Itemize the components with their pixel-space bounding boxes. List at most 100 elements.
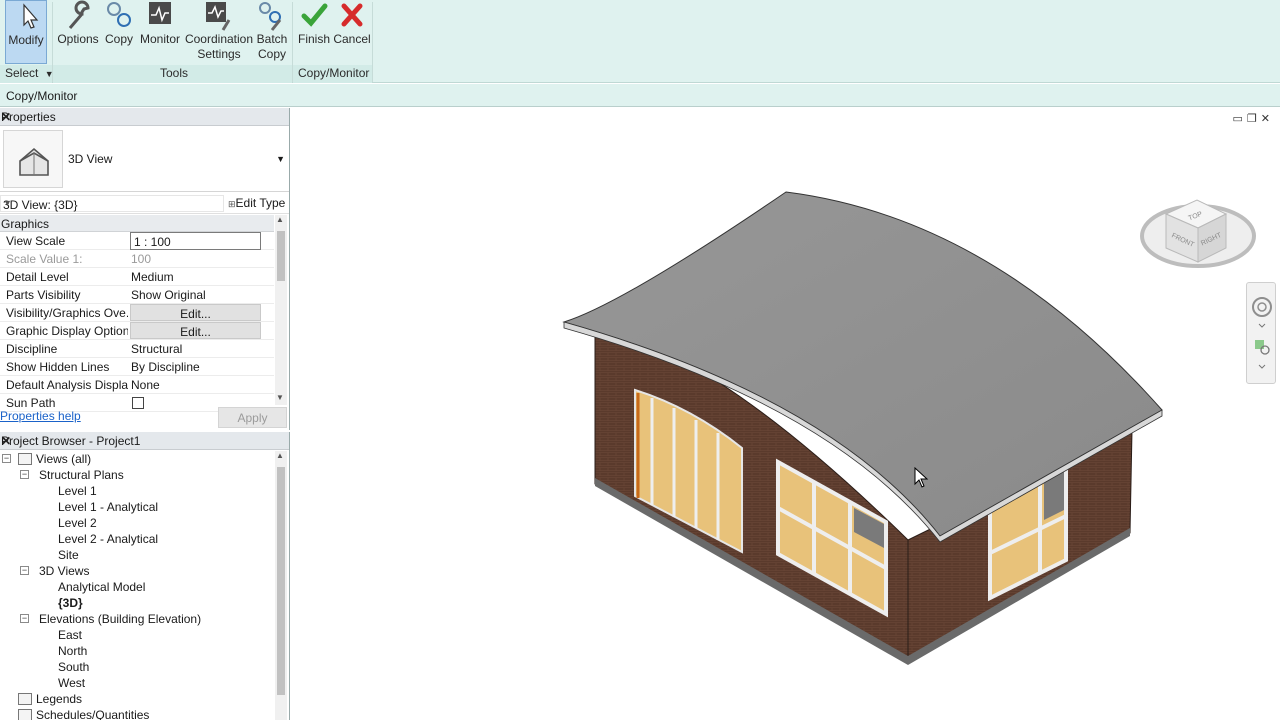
copy-button[interactable]: Copy <box>102 0 136 64</box>
tree-item-label: Elevations (Building Elevation) <box>39 612 202 626</box>
options-bar: Copy/Monitor <box>0 84 1280 107</box>
copy-monitor-panel-label: Copy/Monitor <box>298 66 370 80</box>
property-key: View Scale <box>6 234 66 248</box>
tree-item-label: Structural Plans <box>39 468 124 482</box>
batch-copy-button[interactable]: Batch Copy <box>256 0 288 64</box>
batch-copy-label-2: Copy <box>257 47 286 61</box>
scroll-up-icon[interactable]: ▲ <box>276 215 284 224</box>
view-scale-input[interactable]: 1 : 100 <box>130 232 261 250</box>
tree-item-label: Level 2 - Analytical <box>58 532 159 546</box>
tree-item[interactable]: Level 1 <box>0 483 274 499</box>
property-value: 1 : 100 <box>134 235 171 249</box>
options-button[interactable]: Options <box>56 0 100 64</box>
tree-item[interactable]: − Elevations (Building Elevation) <box>0 611 274 627</box>
tree-item[interactable]: South <box>0 659 274 675</box>
project-browser: Project Browser - Project1 ✕ − Views (all… <box>0 432 290 720</box>
close-icon[interactable]: ✕ <box>1 434 285 448</box>
property-key: Graphic Display Options <box>6 324 128 338</box>
properties-header: Properties ✕ <box>0 108 289 126</box>
coordination-settings-button[interactable]: Coordination Settings <box>184 0 254 64</box>
tree-item[interactable]: Site <box>0 547 274 563</box>
tree-item-label: Level 2 <box>58 516 97 530</box>
tree-item[interactable]: Analytical Model <box>0 579 274 595</box>
category-graphics[interactable]: Graphics <box>0 215 274 232</box>
property-row[interactable]: Detail Level Medium <box>0 268 274 286</box>
collapse-toggle-icon[interactable]: − <box>2 454 11 463</box>
vg-overrides-edit-button[interactable]: Edit... <box>130 304 261 321</box>
property-row: Visibility/Graphics Ove... Edit... <box>0 304 274 322</box>
tree-item[interactable]: Legends <box>0 691 274 707</box>
close-icon[interactable]: ✕ <box>1 110 285 124</box>
tree-item[interactable]: − 3D Views <box>0 563 274 579</box>
cancel-button[interactable]: Cancel <box>333 0 371 64</box>
browser-tree: − Views (all) − Structural Plans Level 1 Leve… <box>0 451 274 720</box>
scrollbar-thumb[interactable] <box>277 467 285 695</box>
tree-item-label: West <box>58 676 86 690</box>
tree-item-label: North <box>58 644 88 658</box>
property-key: Discipline <box>6 342 58 356</box>
property-value: Medium <box>131 270 174 284</box>
collapse-toggle-icon[interactable]: − <box>20 566 29 575</box>
property-row[interactable]: Show Hidden Lines By Discipline <box>0 358 274 376</box>
house-model[interactable] <box>292 108 1280 720</box>
tree-item-label: Analytical Model <box>58 580 146 594</box>
tools-panel-label: Tools <box>160 66 189 80</box>
scrollbar-thumb[interactable] <box>277 231 285 281</box>
property-row[interactable]: Discipline Structural <box>0 340 274 358</box>
house-view-icon <box>3 130 63 188</box>
tree-item-label: Level 1 - Analytical <box>58 500 159 514</box>
copy-label: Copy <box>104 32 133 46</box>
finish-button[interactable]: Finish <box>296 0 332 64</box>
property-key: Detail Level <box>6 270 69 284</box>
collapse-toggle-icon[interactable]: − <box>20 470 29 479</box>
property-row: View Scale 1 : 100 <box>0 232 274 250</box>
tree-item-label: Site <box>58 548 79 562</box>
properties-palette: Properties ✕ 3D View ▼ 3D View: {3D} ▼ ⊞… <box>0 108 290 430</box>
cancel-label: Cancel <box>333 32 371 46</box>
tree-item[interactable]: − Views (all) <box>0 451 274 467</box>
tree-item[interactable]: North <box>0 643 274 659</box>
3d-viewport[interactable]: ▭❐✕ TOP FRONT RIGHT <box>292 108 1280 720</box>
graphic-display-edit-button[interactable]: Edit... <box>130 322 261 339</box>
modify-button[interactable]: Modify <box>5 0 47 64</box>
properties-help-link[interactable]: Properties help <box>0 409 81 423</box>
tree-item[interactable]: East <box>0 627 274 643</box>
scroll-up-icon[interactable]: ▲ <box>276 451 284 460</box>
dropdown-arrow-icon: ▼ <box>3 198 12 208</box>
collapse-toggle-icon[interactable]: − <box>20 614 29 623</box>
monitor-icon <box>149 2 171 24</box>
properties-footer: Properties help Apply <box>0 407 290 431</box>
browser-scrollbar[interactable]: ▲ <box>275 451 287 720</box>
tree-item-label: Level 1 <box>58 484 97 498</box>
property-key: Visibility/Graphics Ove... <box>6 306 128 320</box>
legend-icon <box>18 709 32 720</box>
property-value: Structural <box>131 342 183 356</box>
monitor-button[interactable]: Monitor <box>138 0 182 64</box>
property-row: Graphic Display Options Edit... <box>0 322 274 340</box>
type-selector[interactable]: 3D View ▼ <box>0 126 289 192</box>
select-panel-dropdown[interactable]: Select ▼ <box>5 66 54 80</box>
properties-scrollbar[interactable]: ▲ ▼ <box>275 215 287 405</box>
property-row[interactable]: Default Analysis Displa... None <box>0 376 274 394</box>
instance-filter-dropdown[interactable]: 3D View: {3D} ▼ <box>0 195 224 212</box>
monitor-label: Monitor <box>139 32 180 46</box>
tree-item[interactable]: {3D} <box>0 595 274 611</box>
options-label: Options <box>57 32 99 46</box>
tree-item[interactable]: − Structural Plans <box>0 467 274 483</box>
edit-type-button[interactable]: ⊞Edit Type <box>228 196 285 210</box>
tree-item[interactable]: Level 1 - Analytical <box>0 499 274 515</box>
coordination-label-1: Coordination <box>184 32 254 46</box>
tree-item-label: Views (all) <box>36 452 92 466</box>
tree-item[interactable]: Level 2 <box>0 515 274 531</box>
scroll-down-icon[interactable]: ▼ <box>276 393 284 402</box>
property-row[interactable]: Parts Visibility Show Original <box>0 286 274 304</box>
viewcube[interactable]: TOP FRONT RIGHT <box>1140 178 1258 278</box>
tree-item[interactable]: West <box>0 675 274 691</box>
property-key: Scale Value 1: <box>6 252 83 266</box>
options-bar-title: Copy/Monitor <box>6 89 78 103</box>
tree-item-label: South <box>58 660 90 674</box>
navigation-bar <box>1246 282 1276 384</box>
tree-item[interactable]: Level 2 - Analytical <box>0 531 274 547</box>
apply-button[interactable]: Apply <box>218 407 287 428</box>
tree-item[interactable]: Schedules/Quantities <box>0 707 274 720</box>
